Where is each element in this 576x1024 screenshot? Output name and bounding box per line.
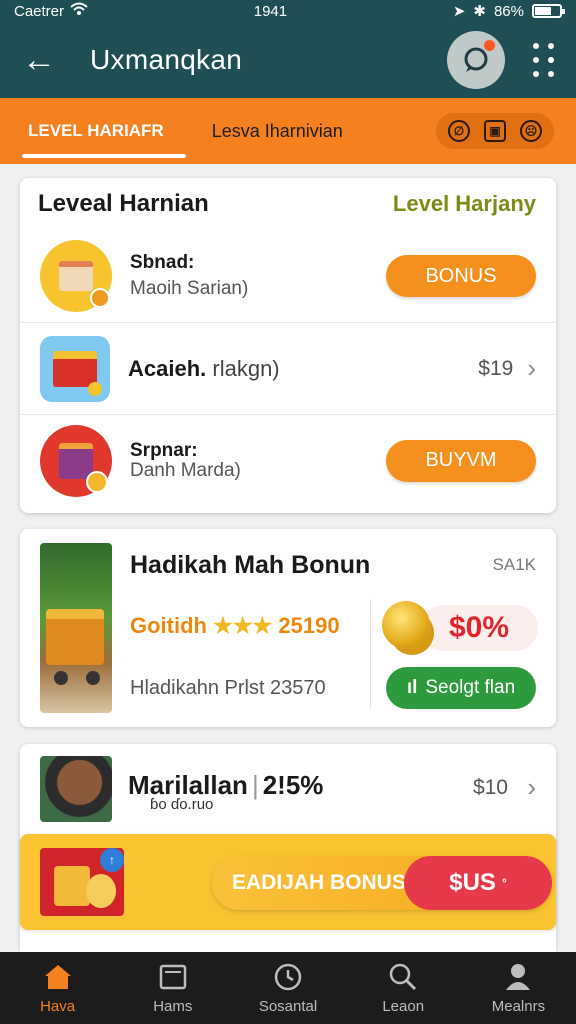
list-item-subtitle: Maoih Sarian) <box>130 278 249 299</box>
coins-icon <box>382 601 430 649</box>
bonus-banner: ↑ EADIJAH BONUS ★ $US° <box>20 834 556 930</box>
list-item[interactable]: Sbnad: Maoih Sarian) BONUS <box>20 230 556 322</box>
bonus-cta-button[interactable]: EADIJAH BONUS ★ $US° <box>212 856 552 910</box>
search-icon <box>388 962 418 992</box>
chart-icon: ıl <box>406 677 418 698</box>
nav-label: Leaon <box>382 997 425 1015</box>
wifi-icon <box>70 2 88 20</box>
profile-icon <box>503 962 533 992</box>
bonus-button[interactable]: BONUS <box>386 255 536 297</box>
chevron-right-icon[interactable]: › <box>527 772 536 803</box>
offer-code: SA1K <box>492 555 536 574</box>
status-bar: Caetrer 1941 ➤ ✱ 86% <box>0 0 576 22</box>
tab-lesva[interactable]: Lesva Iharnivian <box>212 121 343 142</box>
nav-label: Sosantal <box>258 997 318 1015</box>
item-value: 2!5% <box>262 770 324 800</box>
offer-subtitle: Hladikahn Prlst 23570 <box>130 677 326 699</box>
buy-button[interactable]: BUYVM <box>386 439 536 482</box>
list-item-title: Sbnad: <box>130 252 195 273</box>
list-item-title: Srpnar: <box>130 439 198 461</box>
gold-label: Goitidh <box>130 613 207 638</box>
nav-label: Hams <box>153 997 193 1015</box>
clock-text: 1941 <box>253 2 288 20</box>
more-options-icon[interactable] <box>533 43 554 77</box>
tab-icon-group: ∅ ▣ ☹ <box>436 113 554 149</box>
tab-level-harian[interactable]: LEVEL HARIAFR <box>22 98 186 164</box>
attach-icon[interactable]: ∅ <box>448 120 470 142</box>
chevron-right-icon[interactable]: › <box>527 353 536 384</box>
avatar <box>40 756 112 822</box>
bonus-price: $US <box>449 869 496 896</box>
item-price: $19 <box>478 356 514 380</box>
location-icon: ➤ <box>452 3 466 20</box>
bluetooth-icon: ✱ <box>473 3 486 20</box>
home-icon <box>43 962 73 992</box>
discount-badge: $0% <box>420 605 538 651</box>
offer-title: Hadikah Mah Bonun <box>130 551 371 579</box>
offer-card[interactable]: Hadikah Mah Bonun SA1K Goitidh ★★★ 25190… <box>20 529 556 727</box>
gift-shop-icon <box>40 335 110 402</box>
level-card: Leveal Harnian Level Harjany Sbnad: Maoi… <box>20 178 556 513</box>
carrier-text: Caetrer <box>14 2 65 20</box>
page-title: Uxmanqkan <box>90 44 243 75</box>
briefcase-icon[interactable]: ▣ <box>484 120 506 142</box>
star-rating-icon: ★★★ <box>213 613 273 638</box>
degree-icon: ° <box>501 876 507 890</box>
nav-item-sosantal[interactable]: Sosantal <box>230 952 345 1024</box>
document-icon <box>158 962 188 992</box>
nav-label: Mealnrs <box>491 997 546 1015</box>
divider <box>370 599 371 709</box>
list-item[interactable]: Acaieh. rlakgn) $19 › <box>20 322 556 414</box>
app-bar: ← Uxmanqkan <box>0 22 576 98</box>
bonus-price-pill[interactable]: $US ° <box>404 856 552 910</box>
badge-icon: ↑ <box>100 848 124 872</box>
notification-dot <box>484 40 495 51</box>
gift-cart-image <box>40 543 112 713</box>
list-item-subtitle: Danh Marda) <box>130 459 241 481</box>
list-item[interactable]: Srpnar: Danh Marda) BUYVM <box>20 414 556 506</box>
level-card-right-title: Level Harjany <box>392 191 536 216</box>
clock-icon <box>273 962 303 992</box>
nav-item-mealnrs[interactable]: Mealnrs <box>461 952 576 1024</box>
face-icon[interactable]: ☹ <box>520 120 542 142</box>
select-plan-button[interactable]: ıl Seolgt flan <box>386 667 536 709</box>
select-plan-label: Seolgt flan <box>425 677 516 698</box>
item-price: $10 <box>472 776 508 799</box>
gift-box-image: ↑ <box>40 848 124 916</box>
tab-bar: LEVEL HARIAFR Lesva Iharnivian ∅ ▣ ☹ <box>0 98 576 164</box>
rating-value: 25190 <box>278 613 340 638</box>
nav-label: Hava <box>40 997 76 1015</box>
chat-search-button[interactable] <box>447 31 505 89</box>
nav-item-hams[interactable]: Hams <box>115 952 230 1024</box>
calendar-grid-icon <box>40 424 112 497</box>
gold-rating-line: Goitidh ★★★ 25190 <box>130 613 340 639</box>
nav-item-home[interactable]: Hava <box>0 952 115 1024</box>
calendar-icon <box>40 240 112 312</box>
list-item-title: Acaieh. <box>128 355 207 381</box>
level-card-title: Leveal Harnian <box>38 190 209 217</box>
bonus-cta-label: EADIJAH BONUS <box>232 871 406 894</box>
battery-percent: 86% <box>493 2 524 20</box>
list-item-subtitle: rlakgn) <box>212 355 280 381</box>
item-subtext: ɓo ɗo.ruo <box>150 796 214 813</box>
back-arrow-icon[interactable]: ← <box>22 41 62 80</box>
bottom-nav: Hava Hams Sosantal Leaon Mealnrs <box>0 952 576 1024</box>
nav-item-leaon[interactable]: Leaon <box>346 952 461 1024</box>
battery-icon <box>532 4 565 18</box>
